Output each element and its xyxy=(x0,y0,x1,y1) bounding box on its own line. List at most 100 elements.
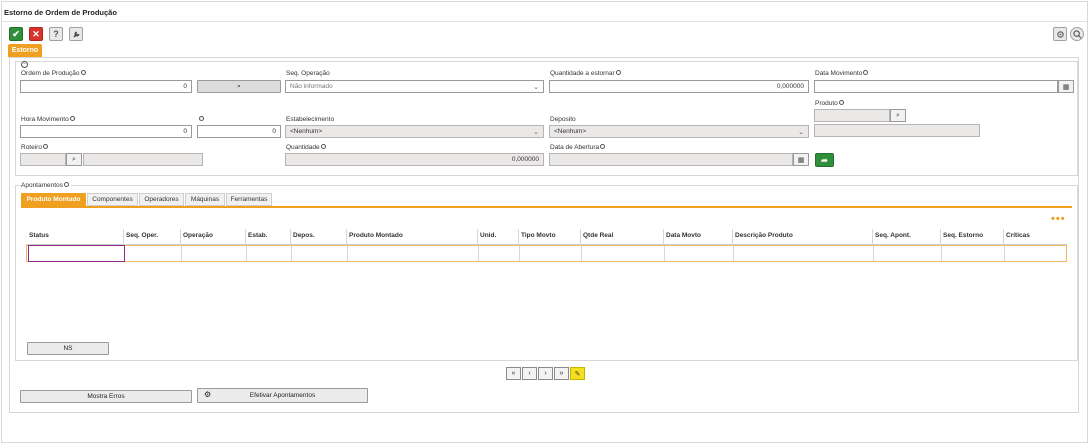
share-arrow-icon: ➦ xyxy=(821,155,828,165)
search-icon: ⌕ xyxy=(72,155,76,163)
apontamentos-section xyxy=(15,185,1078,361)
data-mov-input[interactable] xyxy=(814,80,1058,93)
data-abertura-field xyxy=(549,153,793,166)
confirm-button[interactable]: ✔ xyxy=(9,27,23,41)
info-icon xyxy=(42,144,48,149)
efetivar-label: Efetivar Apontamentos xyxy=(249,392,316,399)
col-unid: Unid. xyxy=(480,232,497,239)
tools-button[interactable] xyxy=(69,27,83,41)
roteiro-input[interactable] xyxy=(20,153,66,166)
qtd-estornar-label: Quantidade a estornar xyxy=(550,70,621,77)
tab-operadores[interactable]: Operadores xyxy=(139,193,184,206)
produto-input[interactable] xyxy=(814,109,890,122)
chevron-down-icon: ⌄ xyxy=(798,128,804,136)
tab-maquinas[interactable]: Máquinas xyxy=(185,193,225,206)
seq-operacao-select[interactable]: Não informado ⌄ xyxy=(285,80,544,93)
grid-header: Status Seq. Oper. Operação Estab. Depos.… xyxy=(26,229,1067,245)
quantidade-label: Quantidade xyxy=(286,144,326,151)
apontamentos-label: Apontamentos xyxy=(21,182,71,189)
ordem-input[interactable]: 0 xyxy=(20,80,192,93)
last-page-button[interactable]: » xyxy=(554,367,569,380)
help-button[interactable]: ? xyxy=(49,27,63,41)
page-title: Estorno de Ordem de Produção xyxy=(4,8,117,17)
settings-button[interactable] xyxy=(1053,27,1067,41)
qtd-estornar-input[interactable]: 0,000000 xyxy=(549,80,809,93)
info-icon xyxy=(320,144,326,149)
prev-page-button[interactable]: ‹ xyxy=(522,367,537,380)
data-mov-label: Data Movimento xyxy=(815,70,869,77)
cancel-button[interactable]: ✕ xyxy=(29,27,43,41)
col-criticas: Críticas xyxy=(1006,232,1030,239)
col-operacao: Operação xyxy=(183,232,213,239)
estabelecimento-select[interactable]: <Nenhum> ⌄ xyxy=(285,125,544,138)
produto-label: Produto xyxy=(815,100,844,107)
execute-button[interactable]: ➦ xyxy=(815,153,834,167)
minuto-info-label xyxy=(198,116,204,123)
collapse-icon[interactable]: − xyxy=(21,61,28,68)
efetivar-button[interactable]: ⚙ Efetivar Apontamentos xyxy=(197,388,368,403)
calendar-icon: ▦ xyxy=(797,156,805,164)
chevron-down-icon: ⌄ xyxy=(533,128,539,136)
quantidade-field: 0,000000 xyxy=(285,153,544,166)
tab-estorno[interactable]: Estorno xyxy=(8,44,42,57)
estabelecimento-label: Estabelecimento xyxy=(286,116,335,123)
next-page-button[interactable]: › xyxy=(538,367,553,380)
col-seq-estorno: Seq. Estorno xyxy=(943,232,984,239)
col-estab: Estab. xyxy=(248,232,268,239)
ordem-label: Ordem de Produção xyxy=(21,70,86,77)
roteiro-search-button[interactable]: ⌕ xyxy=(66,153,82,166)
pencil-icon: ✎ xyxy=(574,370,581,378)
roteiro-desc-field xyxy=(83,153,203,166)
selected-cell[interactable] xyxy=(28,245,125,262)
calendar-icon: ▦ xyxy=(1062,83,1070,91)
close-icon: ✕ xyxy=(32,28,40,39)
data-abertura-label: Data de Abertura xyxy=(550,144,606,151)
col-descricao-produto: Descrição Produto xyxy=(735,232,793,239)
settings-icon: ⚙ xyxy=(204,390,212,399)
calendar-button[interactable]: ▦ xyxy=(793,153,809,166)
info-icon xyxy=(80,70,86,75)
tab-underline xyxy=(21,206,1072,208)
tab-componentes[interactable]: Componentes xyxy=(87,193,138,206)
col-produto-montado: Produto Montado xyxy=(349,232,403,239)
col-seq-oper: Seq. Oper. xyxy=(126,232,159,239)
hora-input[interactable]: 0 xyxy=(20,125,192,138)
hora-mov-label: Hora Movimento xyxy=(21,116,75,123)
info-icon xyxy=(600,144,606,149)
info-icon xyxy=(199,116,204,121)
info-icon xyxy=(63,182,69,187)
col-qtde-real: Qtde Real xyxy=(583,232,614,239)
col-tipo-movto: Tipo Movto xyxy=(521,232,556,239)
calendar-button[interactable]: ▦ xyxy=(1058,80,1074,93)
check-icon: ✔ xyxy=(12,28,20,39)
ordem-lookup-button[interactable]: ⌕ xyxy=(197,80,281,93)
gear-icon xyxy=(1056,30,1064,38)
produto-search-button[interactable]: ⌕ xyxy=(890,109,906,122)
col-data-movto: Data Movto xyxy=(666,232,702,239)
search-icon: ⌕ xyxy=(896,111,900,119)
table-row[interactable] xyxy=(26,245,1067,262)
col-depos: Depos. xyxy=(293,232,315,239)
more-options-icon[interactable]: ••• xyxy=(1051,213,1066,225)
first-page-button[interactable]: « xyxy=(506,367,521,380)
deposito-select[interactable]: <Nenhum> ⌄ xyxy=(549,125,809,138)
col-seq-apont: Seq. Apont. xyxy=(875,232,911,239)
ns-button[interactable]: NS xyxy=(27,342,109,355)
divider xyxy=(2,21,1087,22)
search-button[interactable] xyxy=(1070,27,1084,41)
roteiro-label: Roteiro xyxy=(21,144,48,151)
deposito-label: Deposito xyxy=(550,116,576,123)
tab-ferramentas[interactable]: Ferramentas xyxy=(226,193,272,206)
edit-button[interactable]: ✎ xyxy=(570,367,585,380)
info-icon xyxy=(69,116,75,121)
info-icon xyxy=(838,100,844,105)
chevron-down-icon: ⌄ xyxy=(533,83,539,91)
search-icon xyxy=(1072,29,1081,38)
lookup-icon: ⌕ xyxy=(237,82,241,90)
mostra-erros-button[interactable]: Mostra Erros xyxy=(20,390,192,403)
wrench-icon xyxy=(72,31,79,38)
help-icon: ? xyxy=(53,29,59,39)
produto-desc-field xyxy=(814,124,980,137)
tab-produto-montado[interactable]: Produto Montado xyxy=(21,193,86,206)
minuto-input[interactable]: 0 xyxy=(197,125,281,138)
